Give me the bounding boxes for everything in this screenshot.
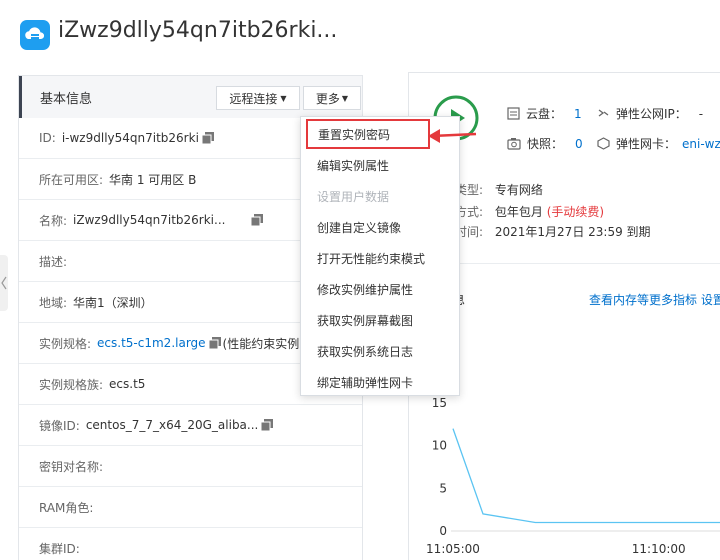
spec-suffix: (性能约束实例) — [222, 336, 304, 351]
eni-info: 弹性网卡： eni-wz93 — [597, 135, 720, 152]
eip-info: 弹性公网IP： - — [597, 105, 703, 122]
billing-value: 包年包月 — [494, 205, 543, 219]
menu-item-get-system-log[interactable]: 获取实例系统日志 — [301, 336, 459, 367]
y-tick-label: 10 — [432, 439, 447, 453]
x-tick-label: 11:10:00 — [632, 542, 686, 556]
more-metrics-link[interactable]: 查看内存等更多指标 — [589, 293, 697, 307]
caret-down-icon: ▼ — [280, 93, 287, 103]
panel-header: 基本信息 远程连接 ▼ 更多 ▼ — [19, 76, 362, 118]
page-header: iZwz9dlly54qn7itb26rki... — [0, 0, 720, 68]
menu-item-enable-unlimited-mode[interactable]: 打开无性能约束模式 — [301, 243, 459, 274]
copy-icon[interactable] — [201, 132, 214, 144]
description-label: 描述: — [39, 254, 68, 269]
region-value: 华南1（深圳） — [73, 295, 153, 310]
y-tick-label: 0 — [439, 524, 447, 538]
billing-row: 方式: 包年包月 (手动续费) — [455, 203, 604, 220]
copy-icon[interactable] — [261, 419, 274, 431]
camera-icon — [507, 138, 521, 150]
cluster-label: 集群ID: — [39, 542, 80, 556]
ram-role-label: RAM角色: — [39, 500, 94, 515]
eip-label: 弹性公网IP： — [616, 107, 687, 121]
spec-family-value: ecs.t5 — [109, 377, 146, 391]
remote-connect-button[interactable]: 远程连接 ▼ — [216, 86, 300, 110]
info-row-image: 镜像ID: centos_7_7_x64_20G_aliba... — [19, 405, 362, 446]
more-dropdown-menu: 重置实例密码 编辑实例属性设置用户数据创建自定义镜像 打开无性能约束模式 修改实例维护… — [300, 116, 460, 396]
manual-renew-link[interactable]: (手动续费) — [547, 205, 604, 219]
zone-value: 华南 1 可用区 B — [109, 172, 197, 187]
edit-icon[interactable] — [251, 214, 264, 226]
menu-item-edit-attributes[interactable]: 编辑实例属性 — [301, 150, 459, 181]
more-button[interactable]: 更多 ▼ — [303, 86, 361, 110]
snapshot-label: 快照： — [527, 137, 564, 151]
more-label: 更多 — [315, 91, 340, 106]
expiry-value: 2021年1月27日 23:59 到期 — [494, 225, 651, 239]
zone-label: 所在可用区: — [39, 172, 104, 187]
info-row-cluster: 集群ID: — [19, 528, 362, 560]
annotation-arrow — [428, 129, 477, 143]
cloud-server-icon — [20, 20, 50, 50]
copy-icon[interactable] — [208, 337, 221, 349]
snapshot-info: 快照： 0 — [507, 135, 583, 152]
info-row-keypair: 密钥对名称: — [19, 446, 362, 487]
chevron-left-icon — [1, 276, 7, 290]
monitor-links: 查看内存等更多指标 设置 — [589, 291, 720, 308]
name-label: 名称: — [39, 213, 68, 228]
id-value: i-wz9dlly54qn7itb26rki — [61, 131, 199, 145]
image-value: centos_7_7_x64_20G_aliba... — [85, 418, 259, 432]
monitor-chart: 15 10 5 0 11:05:00 11:10:00 — [426, 396, 720, 556]
eip-value: - — [698, 106, 704, 121]
page-title: iZwz9dlly54qn7itb26rki... — [58, 18, 338, 43]
info-row-ram-role: RAM角色: — [19, 487, 362, 528]
ecs-instance-page: iZwz9dlly54qn7itb26rki... 基本信息 远程连接 ▼ 更多… — [0, 0, 720, 560]
disk-count[interactable]: 1 — [574, 107, 582, 121]
menu-item-reset-password[interactable]: 重置实例密码 — [306, 119, 430, 149]
menu-item-set-user-data: 设置用户数据 — [317, 190, 390, 204]
network-icon — [598, 109, 609, 117]
collapse-handle[interactable] — [0, 255, 8, 311]
settings-link[interactable]: 设置 — [701, 293, 720, 307]
id-label: ID: — [39, 131, 56, 145]
eni-value[interactable]: eni-wz93 — [682, 137, 720, 151]
y-tick-label: 5 — [439, 481, 447, 495]
y-tick-label: 15 — [432, 396, 447, 410]
expiry-row: 时间: 2021年1月27日 23:59 到期 — [455, 223, 651, 240]
keypair-label: 密钥对名称: — [39, 459, 104, 474]
caret-down-icon: ▼ — [341, 93, 349, 103]
eni-icon — [597, 137, 610, 150]
spec-link[interactable]: ecs.t5-c1m2.large — [97, 336, 206, 350]
name-value: iZwz9dlly54qn7itb26rki... — [73, 213, 226, 227]
disk-label: 云盘： — [526, 107, 563, 121]
network-type-value: 专有网络 — [494, 183, 543, 197]
menu-item-create-custom-image[interactable]: 创建自定义镜像 — [301, 212, 459, 243]
series-line — [452, 428, 720, 524]
menu-item-modify-maintenance[interactable]: 修改实例维护属性 — [301, 274, 459, 305]
image-label: 镜像ID: — [39, 418, 80, 433]
spec-label: 实例规格: — [39, 336, 92, 351]
network-type-row: 类型: 专有网络 — [455, 181, 543, 198]
spec-family-label: 实例规格族: — [39, 377, 104, 392]
disk-info: 云盘： 1 — [507, 105, 582, 122]
x-tick-label: 11:05:00 — [426, 542, 480, 556]
remote-connect-label: 远程连接 — [229, 91, 278, 106]
menu-item-bind-secondary-eni[interactable]: 绑定辅助弹性网卡 — [301, 367, 459, 398]
disk-icon — [507, 107, 520, 120]
snapshot-count[interactable]: 0 — [575, 137, 583, 151]
region-label: 地域: — [39, 295, 68, 310]
menu-item-get-screenshot[interactable]: 获取实例屏幕截图 — [301, 305, 459, 336]
eni-label: 弹性网卡： — [616, 137, 677, 151]
panel-title: 基本信息 — [40, 92, 93, 107]
